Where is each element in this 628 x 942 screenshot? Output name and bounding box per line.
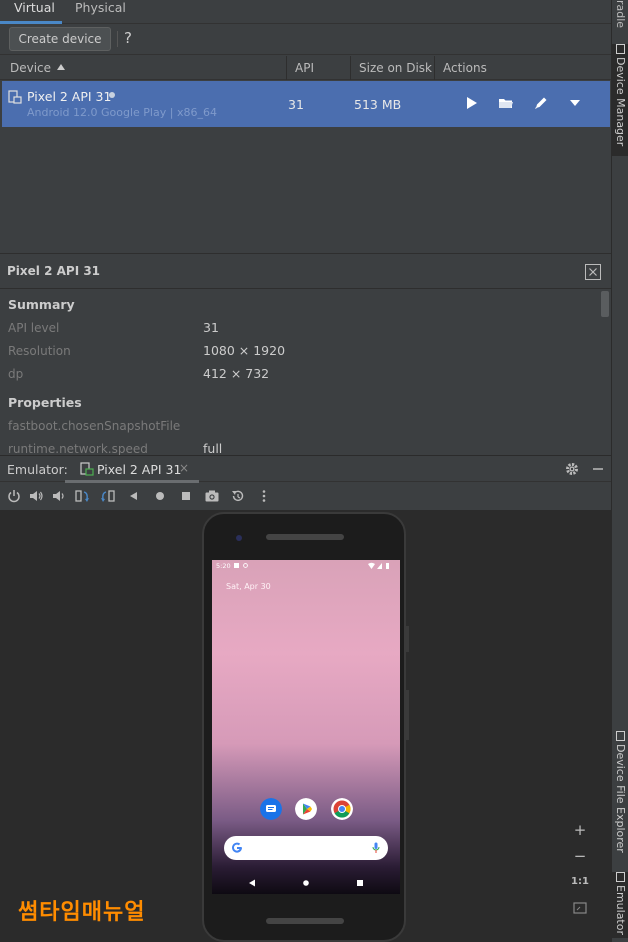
right-tool-strip: radle Device Manager Device File Explore… — [611, 0, 628, 942]
virtual-device-icon — [8, 90, 22, 104]
phone-status-bar: 5:20 — [212, 560, 400, 572]
emulator-side-tab[interactable]: Emulator — [612, 872, 628, 938]
create-device-button[interactable]: Create device — [9, 27, 111, 51]
gear-icon[interactable] — [564, 461, 580, 477]
device-size: 513 MB — [354, 97, 402, 112]
column-device[interactable]: Device — [0, 56, 286, 80]
nav-home-icon[interactable] — [301, 878, 311, 888]
toolbar-separator — [117, 31, 118, 47]
phone-screen[interactable]: 5:20 Sat, Apr 30 — [212, 560, 400, 894]
active-tab-indicator — [0, 21, 62, 24]
zoom-in-button[interactable]: + — [571, 821, 589, 839]
phone-power-button[interactable] — [406, 626, 409, 652]
google-search-bar[interactable] — [224, 836, 388, 860]
emulator-tab-icon — [615, 872, 625, 882]
microphone-icon[interactable] — [371, 842, 381, 854]
properties-heading: Properties — [8, 395, 82, 410]
chrome-app-icon[interactable] — [331, 798, 353, 820]
device-manager-tab-label: Device Manager — [614, 57, 627, 147]
summary-heading: Summary — [8, 297, 75, 312]
sort-ascending-icon — [57, 64, 66, 70]
table-row[interactable]: Pixel 2 API 31 Android 12.0 Google Play … — [2, 81, 610, 127]
summary-value: 412 × 732 — [203, 366, 270, 381]
device-manager-panel: Virtual Physical Create device ? Device … — [0, 0, 611, 942]
watermark-logo: 썸타임매뉴얼 — [18, 900, 146, 925]
status-signal-battery-icons — [368, 562, 389, 569]
emulator-tab[interactable]: Pixel 2 API 31 — [97, 462, 181, 477]
device-status-dot — [109, 92, 115, 98]
device-file-explorer-tab-label: Device File Explorer — [614, 744, 627, 853]
emulator-label: Emulator: — [7, 462, 68, 477]
device-type-tabs: Virtual Physical — [0, 0, 611, 24]
zoom-out-button[interactable]: − — [571, 847, 589, 865]
nav-back-icon[interactable] — [247, 878, 257, 888]
more-actions-chevron-down-icon[interactable] — [564, 92, 586, 114]
close-icon[interactable] — [585, 264, 601, 280]
launch-play-icon[interactable] — [460, 92, 482, 114]
device-toolbar: Create device ? — [0, 25, 611, 55]
volume-up-icon[interactable] — [28, 488, 44, 504]
rotate-right-icon[interactable] — [100, 488, 116, 504]
device-api: 31 — [288, 97, 304, 112]
device-file-explorer-icon — [615, 731, 625, 741]
rotate-left-icon[interactable] — [74, 488, 90, 504]
device-subtitle: Android 12.0 Google Play | x86_64 — [27, 106, 217, 119]
home-date: Sat, Apr 30 — [226, 582, 271, 591]
summary-value: 31 — [203, 320, 219, 335]
column-size-on-disk[interactable]: Size on Disk — [350, 56, 434, 80]
volume-down-icon[interactable] — [50, 488, 66, 504]
device-table-header: Device API Size on Disk Actions — [0, 56, 611, 80]
home-icon[interactable] — [152, 488, 168, 504]
property-key: fastboot.chosenSnapshotFile — [8, 419, 181, 433]
zoom-fit-screen-icon[interactable] — [571, 899, 589, 917]
phone-frame: 5:20 Sat, Apr 30 — [202, 512, 406, 942]
help-button[interactable]: ? — [124, 29, 132, 47]
messages-app-icon[interactable] — [260, 798, 282, 820]
overview-icon[interactable] — [178, 488, 194, 504]
property-value: full — [203, 441, 223, 456]
column-api[interactable]: API — [286, 56, 350, 80]
emulator-toolbar — [0, 483, 611, 511]
summary-value: 1080 × 1920 — [203, 343, 286, 358]
nav-overview-icon[interactable] — [355, 878, 365, 888]
front-camera — [236, 535, 242, 541]
camera-screenshot-icon[interactable] — [204, 488, 220, 504]
summary-key: dp — [8, 367, 24, 381]
bottom-speaker — [266, 918, 344, 924]
emulator-header: Emulator: Pixel 2 API 31 × — [0, 455, 611, 483]
settings-notification-icon — [243, 563, 248, 568]
minimize-icon[interactable] — [590, 461, 606, 477]
earpiece-speaker — [266, 534, 344, 540]
back-icon[interactable] — [126, 488, 142, 504]
device-details-panel: Pixel 2 API 31 Summary API level 31 Reso… — [0, 253, 611, 456]
phone-volume-button[interactable] — [406, 690, 409, 740]
emulator-tab-close[interactable]: × — [179, 461, 189, 475]
column-device-label: Device — [10, 61, 52, 75]
virtual-device-icon — [80, 462, 94, 476]
more-options-icon[interactable] — [256, 488, 272, 504]
tab-physical[interactable]: Physical — [75, 0, 126, 24]
details-header: Pixel 2 API 31 — [0, 254, 611, 289]
summary-key: API level — [8, 321, 60, 335]
notification-icon — [234, 563, 239, 568]
emulator-side-tab-label: Emulator — [614, 885, 627, 935]
status-time: 5:20 — [216, 562, 231, 570]
device-file-explorer-tab[interactable]: Device File Explorer — [612, 731, 628, 853]
snapshot-history-icon[interactable] — [230, 488, 246, 504]
power-icon[interactable] — [6, 488, 22, 504]
edit-pencil-icon[interactable] — [530, 92, 552, 114]
gradle-tab[interactable]: radle — [612, 0, 628, 28]
google-g-icon — [232, 842, 242, 853]
device-name: Pixel 2 API 31 — [27, 89, 112, 104]
details-scrollbar[interactable] — [601, 291, 609, 317]
summary-key: Resolution — [8, 344, 71, 358]
details-title: Pixel 2 API 31 — [7, 264, 101, 278]
device-manager-icon — [615, 44, 625, 54]
property-key: runtime.network.speed — [8, 442, 148, 456]
play-store-app-icon[interactable] — [295, 798, 317, 820]
column-actions: Actions — [434, 56, 611, 80]
zoom-actual-size-button[interactable]: 1:1 — [571, 873, 589, 891]
device-manager-tab[interactable]: Device Manager — [612, 44, 628, 156]
show-on-disk-folder-icon[interactable] — [495, 92, 517, 114]
